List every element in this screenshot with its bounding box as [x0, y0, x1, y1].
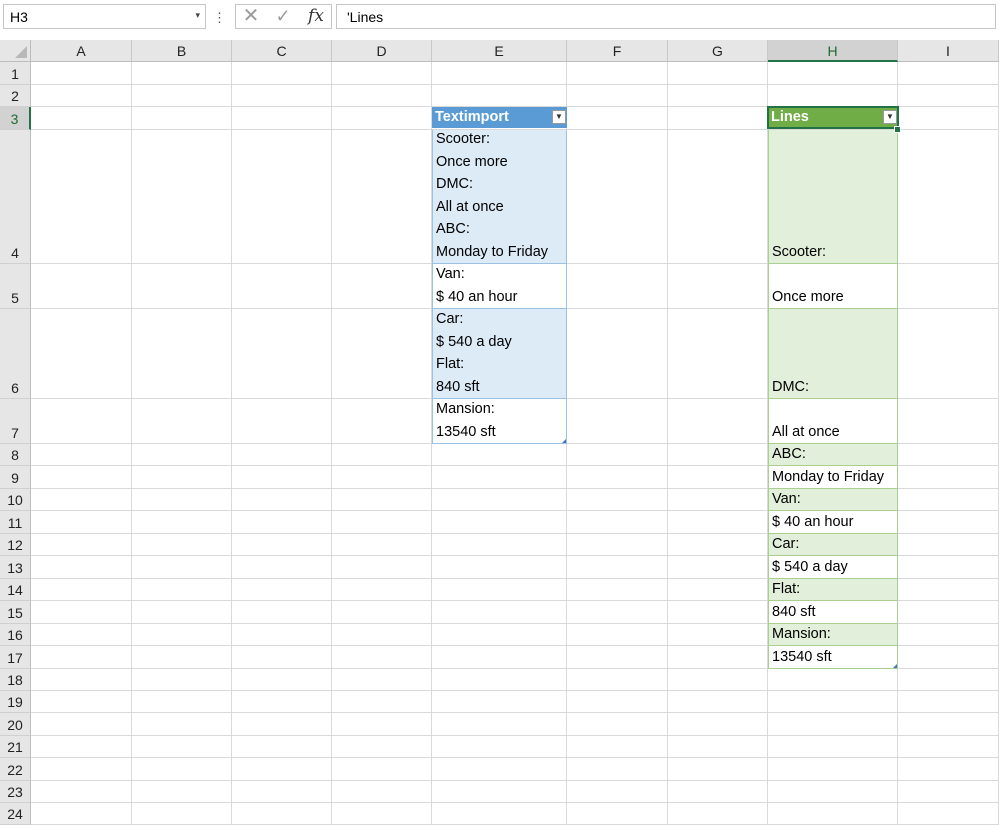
- cell-text: 840 sft: [772, 603, 816, 620]
- lines-header-label: Lines: [771, 109, 809, 125]
- cell-text: All at once: [772, 423, 840, 440]
- worksheet-grid[interactable]: ABCDEFGHI 1 2 3 4 5 6 7 8 9 10 11 12 13 14 15 16 17 18 19 2…: [0, 40, 999, 825]
- formula-input[interactable]: 'Lines: [336, 4, 996, 29]
- lines-cell[interactable]: Once more: [768, 264, 898, 309]
- chevron-down-icon[interactable]: ▾: [195, 10, 200, 21]
- row-header-4[interactable]: 4: [0, 130, 31, 264]
- row-header-13[interactable]: 13: [0, 556, 31, 579]
- lines-cell[interactable]: Mansion:: [768, 624, 898, 646]
- textimport-cell[interactable]: Mansion: 13540 sft: [432, 399, 567, 444]
- row-header-21[interactable]: 21: [0, 736, 31, 758]
- row-header-7[interactable]: 7: [0, 399, 31, 444]
- select-all-button[interactable]: [0, 40, 31, 62]
- cell-text: Car: $ 540 a day Flat: 840 sft: [436, 311, 512, 395]
- lines-cell[interactable]: ABC:: [768, 444, 898, 466]
- lines-cell[interactable]: 13540 sft: [768, 646, 898, 669]
- fill-handle[interactable]: [894, 126, 901, 133]
- cell-text: Flat:: [772, 580, 801, 597]
- cell-text: Scooter:: [772, 243, 826, 260]
- row-header-23[interactable]: 23: [0, 781, 31, 803]
- insert-function-icon[interactable]: fx: [304, 5, 328, 28]
- row-header-22[interactable]: 22: [0, 758, 31, 781]
- row-header-8[interactable]: 8: [0, 444, 31, 466]
- row-header-12[interactable]: 12: [0, 534, 31, 556]
- column-header-i[interactable]: I: [898, 40, 999, 62]
- column-header-b[interactable]: B: [132, 40, 232, 62]
- row-header-1[interactable]: 1: [0, 62, 31, 85]
- column-header-e[interactable]: E: [432, 40, 567, 62]
- row-header-14[interactable]: 14: [0, 579, 31, 601]
- cell-text: Mansion:: [772, 625, 831, 642]
- cell-text: 13540 sft: [772, 648, 832, 665]
- formula-buttons: ✕ ✓ fx: [235, 4, 332, 29]
- textimport-table-header[interactable]: Textimport ▼: [432, 107, 567, 128]
- column-header-d[interactable]: D: [332, 40, 432, 62]
- column-header-a[interactable]: A: [31, 40, 132, 62]
- table-resize-handle[interactable]: [562, 439, 566, 443]
- lines-cell[interactable]: DMC:: [768, 309, 898, 399]
- textimport-header-label: Textimport: [435, 109, 509, 125]
- table-resize-handle[interactable]: [893, 664, 897, 668]
- row-header-11[interactable]: 11: [0, 511, 31, 534]
- lines-cell[interactable]: Scooter:: [768, 130, 898, 264]
- filter-dropdown-icon[interactable]: ▼: [552, 110, 566, 124]
- cell-text: $ 40 an hour: [772, 513, 854, 530]
- cell-text: Van: $ 40 an hour: [436, 266, 518, 305]
- textimport-cell[interactable]: Scooter: Once more DMC: All at once ABC:…: [432, 130, 567, 264]
- lines-cell[interactable]: $ 540 a day: [768, 556, 898, 579]
- more-options-icon[interactable]: ⋮: [213, 9, 226, 27]
- lines-table-header[interactable]: Lines ▼: [767, 106, 899, 129]
- row-header-15[interactable]: 15: [0, 601, 31, 624]
- row-header-6[interactable]: 6: [0, 309, 31, 399]
- row-header-20[interactable]: 20: [0, 713, 31, 736]
- lines-cell[interactable]: $ 40 an hour: [768, 511, 898, 534]
- cell-text: ABC:: [772, 445, 806, 462]
- cell-text: Once more: [772, 288, 844, 305]
- name-box-value: H3: [10, 9, 28, 25]
- column-header-f[interactable]: F: [567, 40, 668, 62]
- cell-text: $ 540 a day: [772, 558, 848, 575]
- lines-cell[interactable]: Flat:: [768, 579, 898, 601]
- column-header-h[interactable]: H: [768, 40, 898, 62]
- lines-cell[interactable]: Van:: [768, 489, 898, 511]
- row-header-19[interactable]: 19: [0, 691, 31, 713]
- formula-value: 'Lines: [347, 9, 384, 25]
- lines-cell[interactable]: 840 sft: [768, 601, 898, 624]
- cell-text: Mansion: 13540 sft: [436, 401, 496, 440]
- cell-text: Scooter: Once more DMC: All at once ABC:…: [436, 131, 549, 260]
- column-header-c[interactable]: C: [232, 40, 332, 62]
- filter-dropdown-icon[interactable]: ▼: [883, 110, 897, 124]
- textimport-cell[interactable]: Car: $ 540 a day Flat: 840 sft: [432, 309, 567, 399]
- row-header-24[interactable]: 24: [0, 803, 31, 825]
- row-header-18[interactable]: 18: [0, 669, 31, 691]
- row-header-5[interactable]: 5: [0, 264, 31, 309]
- cell-text: Car:: [772, 535, 800, 552]
- row-header-10[interactable]: 10: [0, 489, 31, 511]
- row-header-17[interactable]: 17: [0, 646, 31, 669]
- lines-cell[interactable]: All at once: [768, 399, 898, 444]
- row-header-9[interactable]: 9: [0, 466, 31, 489]
- row-header-16[interactable]: 16: [0, 624, 31, 646]
- lines-cell[interactable]: Monday to Friday: [768, 466, 898, 489]
- textimport-cell[interactable]: Van: $ 40 an hour: [432, 264, 567, 309]
- formula-bar: H3 ▾ ⋮ ✕ ✓ fx 'Lines: [0, 0, 999, 40]
- row-header-2[interactable]: 2: [0, 85, 31, 107]
- lines-cell[interactable]: Car:: [768, 534, 898, 556]
- name-box[interactable]: H3 ▾: [3, 4, 206, 29]
- cancel-icon[interactable]: ✕: [240, 5, 262, 28]
- column-header-g[interactable]: G: [668, 40, 768, 62]
- enter-icon[interactable]: ✓: [272, 5, 294, 28]
- cell-text: Monday to Friday: [772, 468, 885, 485]
- cell-text: Van:: [772, 490, 801, 507]
- row-header-3[interactable]: 3: [0, 107, 31, 130]
- cell-text: DMC:: [772, 378, 810, 395]
